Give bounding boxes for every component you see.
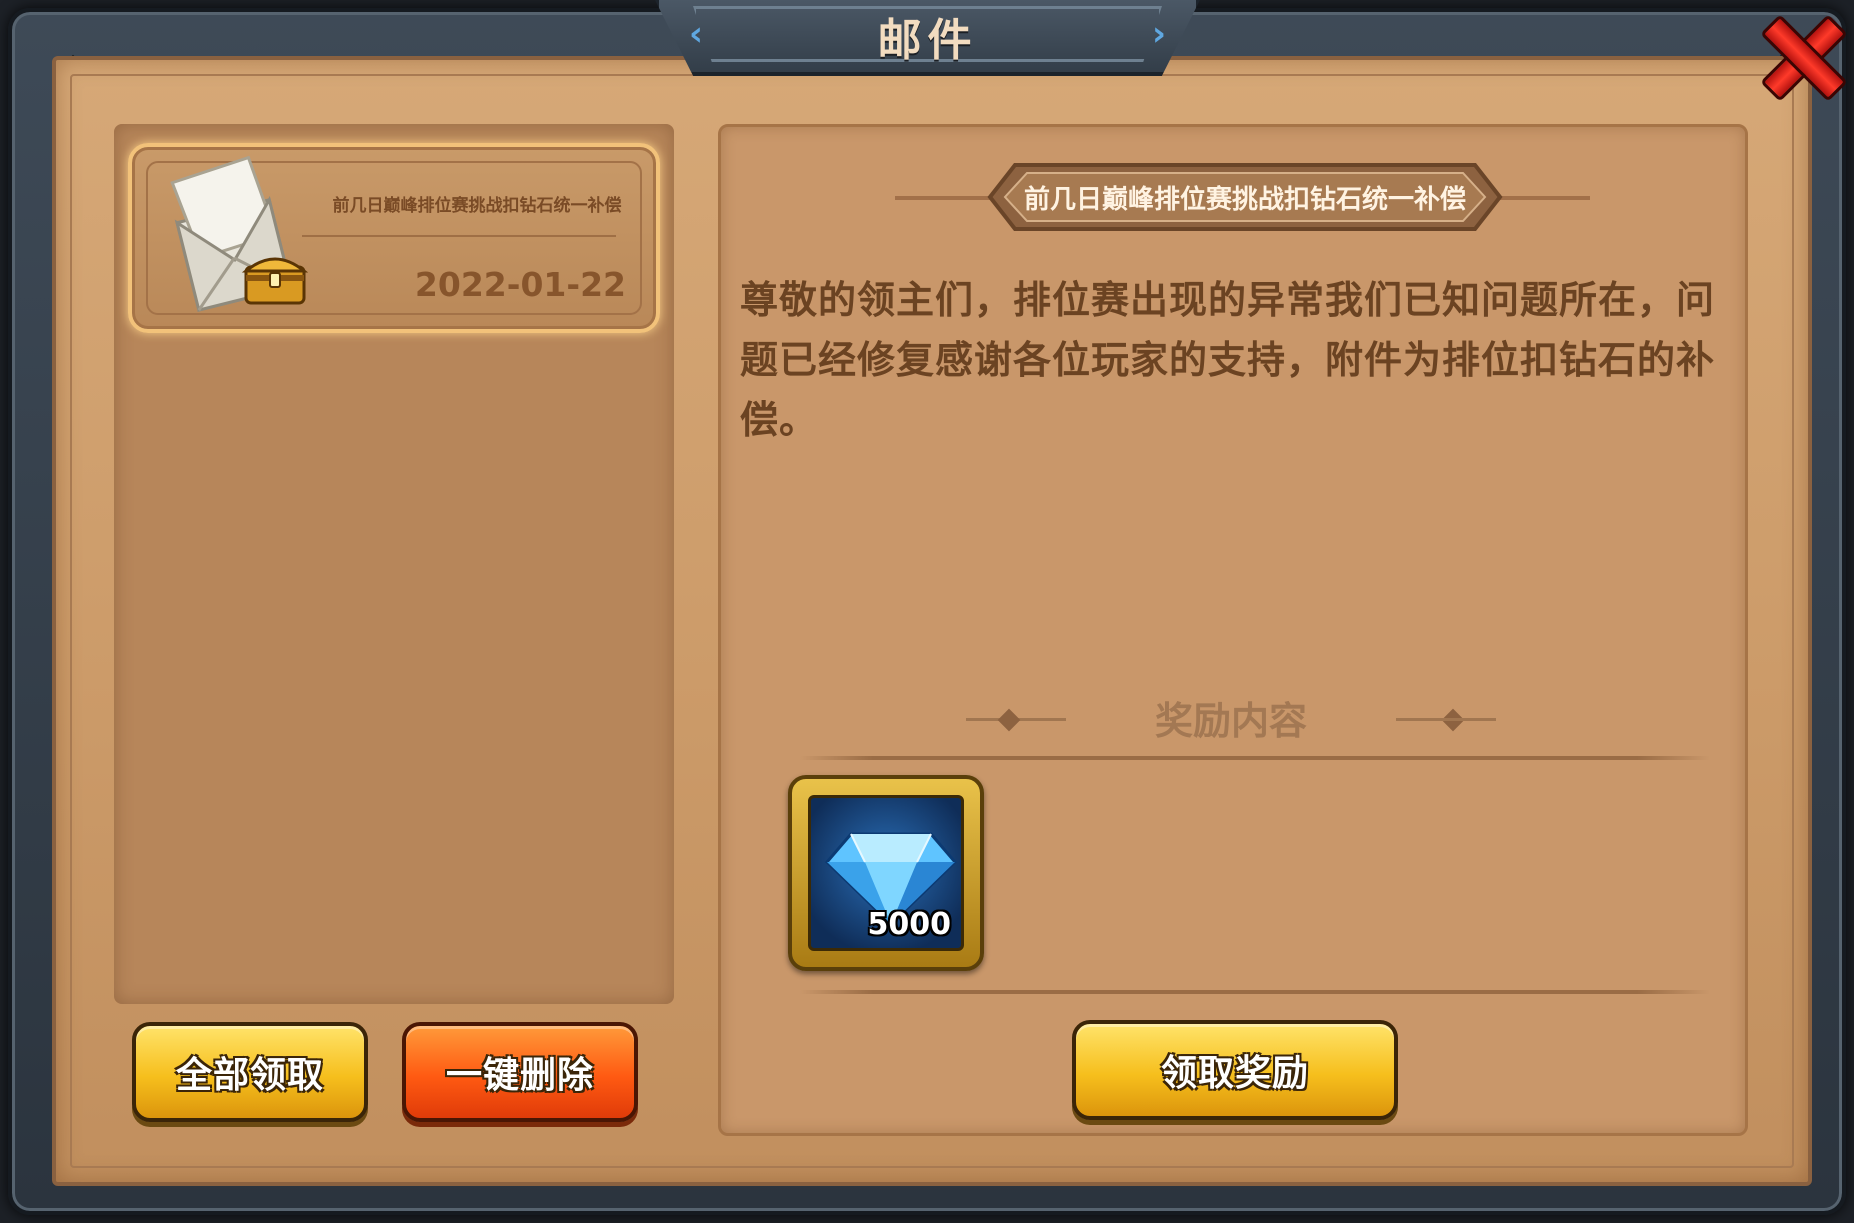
rewards-divider-bottom — [800, 990, 1710, 994]
claim-reward-button[interactable]: 领取奖励 — [1072, 1020, 1398, 1120]
close-icon — [1760, 14, 1840, 94]
subject-banner-right-ornament — [1500, 196, 1590, 200]
subject-banner-left-ornament — [895, 196, 995, 200]
rewards-header: 奖励内容 — [966, 688, 1496, 748]
rewards-header-line — [1396, 718, 1496, 721]
detail-subject: 前几日巅峰排位赛挑战扣钻石统一补偿 — [1023, 185, 1466, 215]
title-banner: ‹ 邮件 › — [655, 0, 1200, 76]
mail-item-date: 2022-01-22 — [414, 265, 626, 304]
delete-all-button[interactable]: 一键删除 — [402, 1022, 638, 1122]
mail-item-subject: 前几日巅峰排位赛挑战扣钻石统一补偿 — [332, 196, 622, 216]
mail-list-item[interactable]: 前几日巅峰排位赛挑战扣钻石统一补偿 2022-01-22 — [128, 143, 660, 333]
reward-item-slot[interactable]: 5000 — [788, 775, 984, 971]
window-title: 邮件 — [877, 15, 978, 66]
banner-left-ornament-icon: ‹ — [689, 14, 704, 54]
subject-banner: 前几日巅峰排位赛挑战扣钻石统一补偿 — [985, 147, 1505, 247]
mail-body-text: 尊敬的领主们，排位赛出现的异常我们已知问题所在，问题已经修复感谢各位玩家的支持，… — [740, 278, 1716, 442]
reward-item-count: 5000 — [867, 907, 952, 942]
envelope-with-chest-icon — [170, 155, 308, 312]
claim-all-button[interactable]: 全部领取 — [132, 1022, 368, 1122]
mail-item-divider — [302, 235, 616, 237]
close-button[interactable] — [1750, 4, 1850, 104]
reward-item-frame: 5000 — [808, 795, 964, 951]
rewards-divider-top — [800, 756, 1710, 760]
banner-right-ornament-icon: › — [1151, 14, 1166, 54]
